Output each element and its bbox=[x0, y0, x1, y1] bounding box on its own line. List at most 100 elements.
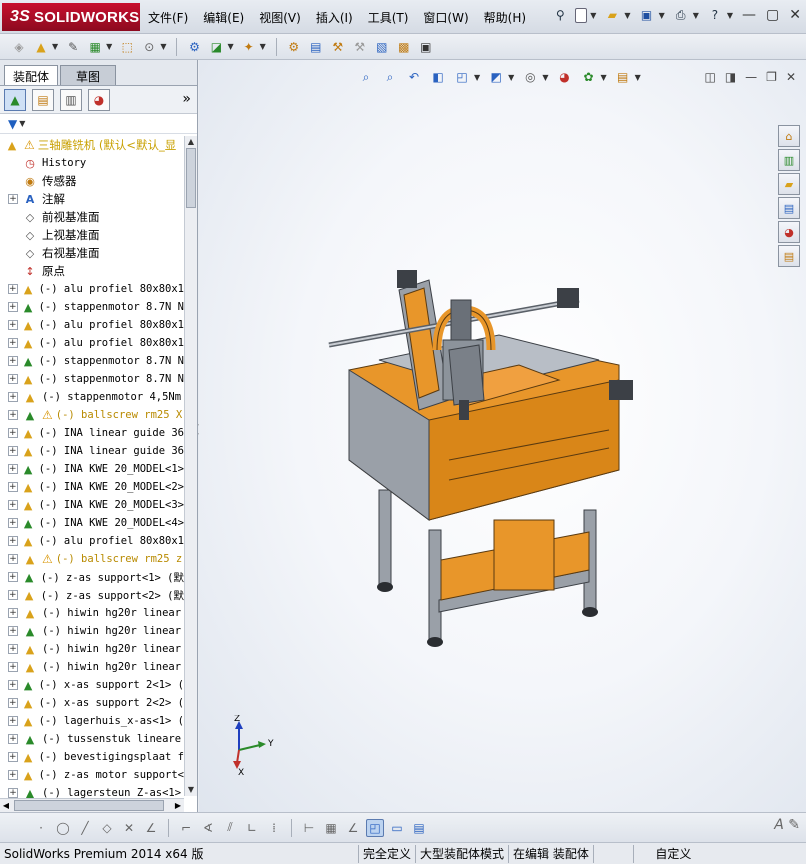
expand-icon[interactable]: + bbox=[8, 716, 18, 726]
chevron-down-icon[interactable]: ▼ bbox=[659, 11, 665, 20]
assembly-features-icon[interactable]: ⚙ bbox=[185, 38, 203, 56]
feature-tree-icon[interactable]: ▲ bbox=[4, 88, 26, 111]
tree-item-component[interactable]: + ▲ (-) bevestigingsplaat f bbox=[0, 748, 184, 766]
tree-item-top-plane[interactable]: ◇ 上视基准面 bbox=[0, 226, 184, 244]
mate-icon[interactable]: ✎ bbox=[64, 38, 82, 56]
expand-icon[interactable]: + bbox=[8, 482, 18, 492]
tree-item-component[interactable]: + ▲ (-) INA linear guide 36 bbox=[0, 424, 184, 442]
insert-component-icon[interactable]: ▲ bbox=[32, 38, 50, 56]
graphics-area[interactable]: ⌕ ⌕ ↶ ◧ ◰ ▼ ◩ ▼ ◎ ▼ ◕ ✿ ▼ ▤ ▼ ◫ ◨ — ❐ ✕ ⌂ ▥ ▰… bbox=[199, 60, 806, 812]
tree-vertical-scrollbar[interactable]: ▲ ▼ bbox=[184, 136, 197, 796]
chevron-down-icon[interactable]: ▼ bbox=[727, 11, 733, 20]
expand-icon[interactable]: + bbox=[8, 590, 18, 600]
new-document-icon[interactable] bbox=[575, 7, 588, 23]
tree-item-component[interactable]: + ▲ (-) lagersteun_Z-as<1> bbox=[0, 784, 184, 798]
chevron-down-icon[interactable]: ▼ bbox=[227, 42, 233, 51]
new-motion-study-icon[interactable]: ✦ bbox=[240, 38, 258, 56]
expand-icon[interactable]: + bbox=[8, 500, 18, 510]
tree-item-component[interactable]: + ▲ (-) stappenmotor 8.7N N bbox=[0, 370, 184, 388]
tree-item-component[interactable]: + ▲ (-) stappenmotor 8.7N N bbox=[0, 298, 184, 316]
tree-item-component[interactable]: + ▲ (-) INA KWE 20_MODEL<1> bbox=[0, 460, 184, 478]
more-tabs-icon[interactable]: » bbox=[182, 91, 191, 107]
menu-edit[interactable]: 编辑(E) bbox=[203, 9, 244, 26]
expand-icon[interactable]: + bbox=[8, 608, 18, 618]
status-units[interactable]: 自定义 bbox=[632, 844, 713, 863]
expand-icon[interactable]: + bbox=[8, 320, 18, 330]
centerline-icon[interactable]: ∠ bbox=[142, 819, 160, 837]
pin-icon[interactable]: ⚲ bbox=[551, 6, 569, 24]
bill-of-materials-icon[interactable]: ⚙ bbox=[285, 38, 303, 56]
help-icon[interactable]: ? bbox=[706, 6, 724, 24]
chevron-down-icon[interactable]: ▼ bbox=[160, 42, 166, 51]
tree-root[interactable]: ▲ ⚠ 三轴雕铣机 (默认<默认_显 bbox=[0, 136, 184, 154]
cnc-machine-model[interactable] bbox=[319, 270, 659, 650]
instant3d-icon[interactable]: ▩ bbox=[395, 38, 413, 56]
expand-icon[interactable]: + bbox=[8, 536, 18, 546]
tree-item-component[interactable]: + ▲ (-) INA KWE 20_MODEL<3> bbox=[0, 496, 184, 514]
annotation-corner-icon[interactable]: A ✎ bbox=[774, 817, 800, 833]
expand-icon[interactable]: + bbox=[8, 338, 18, 348]
3d-sketch-icon[interactable]: ◰ bbox=[366, 818, 384, 837]
chevron-down-icon[interactable]: ▼ bbox=[260, 42, 266, 51]
expand-icon[interactable]: + bbox=[8, 302, 18, 312]
chevron-down-icon[interactable]: ▼ bbox=[542, 73, 548, 82]
viewport-restore-icon[interactable]: ❐ bbox=[766, 70, 777, 84]
angle-icon[interactable]: ∠ bbox=[344, 819, 362, 837]
interference-detection-icon[interactable]: ⚒ bbox=[351, 38, 369, 56]
hide-show-items-icon[interactable]: ◎ bbox=[521, 68, 539, 86]
tree-item-component[interactable]: + ▲ (-) INA KWE 20_MODEL<4> bbox=[0, 514, 184, 532]
tree-item-component[interactable]: + ▲ (-) z-as motor support< bbox=[0, 766, 184, 784]
expand-icon[interactable]: + bbox=[8, 770, 18, 780]
mirror-icon[interactable]: ∢ bbox=[199, 819, 217, 837]
chevron-down-icon[interactable]: ▼ bbox=[106, 42, 112, 51]
tab-sketch[interactable]: 草图 bbox=[60, 65, 117, 85]
tree-item-component[interactable]: + ▲ (-) alu profiel 80x80x1 bbox=[0, 532, 184, 550]
reference-geometry-icon[interactable]: ◪ bbox=[207, 38, 225, 56]
view-orientation-icon[interactable]: ◰ bbox=[453, 68, 471, 86]
expand-icon[interactable]: + bbox=[8, 356, 18, 366]
tree-horizontal-scrollbar[interactable]: ◀ ▶ bbox=[0, 798, 184, 812]
fillet-icon[interactable]: ⫽ bbox=[221, 819, 239, 837]
clearance-verification-icon[interactable]: ▧ bbox=[373, 38, 391, 56]
tree-item-component[interactable]: + ▲ (-) lagerhuis_x-as<1> ( bbox=[0, 712, 184, 730]
tree-item-annotations[interactable]: + A 注解 bbox=[0, 190, 184, 208]
chevron-down-icon[interactable]: ▼ bbox=[52, 42, 58, 51]
zoom-to-area-icon[interactable]: ⌕ bbox=[381, 68, 399, 86]
tree-item-component[interactable]: + ▲ (-) z-as support<1> (默 bbox=[0, 568, 184, 586]
expand-icon[interactable]: + bbox=[8, 464, 18, 474]
edit-appearance-icon[interactable]: ◕ bbox=[555, 68, 573, 86]
circle-icon[interactable]: ◯ bbox=[54, 819, 72, 837]
tree-item-history[interactable]: ◷ History bbox=[0, 154, 184, 172]
tree-item-component[interactable]: + ▲ (-) stappenmotor 4,5Nm bbox=[0, 388, 184, 406]
menu-file[interactable]: 文件(F) bbox=[148, 9, 188, 26]
tree-item-right-plane[interactable]: ◇ 右视基准面 bbox=[0, 244, 184, 262]
expand-icon[interactable]: + bbox=[8, 374, 18, 384]
chevron-down-icon[interactable]: ▼ bbox=[624, 11, 630, 20]
save-icon[interactable]: ▣ bbox=[638, 6, 656, 24]
expand-icon[interactable]: + bbox=[8, 752, 18, 762]
apply-scene-icon[interactable]: ✿ bbox=[579, 68, 597, 86]
expand-icon[interactable]: + bbox=[8, 572, 18, 582]
tree-item-sensors[interactable]: ◉ 传感器 bbox=[0, 172, 184, 190]
menu-view[interactable]: 视图(V) bbox=[259, 9, 301, 26]
solidworks-logo[interactable]: 3S SOLIDWORKS bbox=[2, 3, 140, 31]
tree-item-component[interactable]: + ▲ (-) hiwin hg20r linear bbox=[0, 640, 184, 658]
chevron-down-icon[interactable]: ▼ bbox=[590, 11, 596, 20]
expand-icon[interactable]: + bbox=[8, 644, 18, 654]
layout-icon[interactable]: ▭ bbox=[388, 819, 406, 837]
tree-item-component[interactable]: + ▲ (-) x-as support 2<1> ( bbox=[0, 676, 184, 694]
viewport-split-icon[interactable]: ◫ bbox=[704, 70, 715, 84]
section-view-icon[interactable]: ◧ bbox=[429, 68, 447, 86]
expand-icon[interactable]: + bbox=[8, 410, 18, 420]
viewport-close-icon[interactable]: ✕ bbox=[786, 70, 796, 84]
chevron-down-icon[interactable]: ▼ bbox=[474, 73, 480, 82]
grid-icon[interactable]: ▦ bbox=[322, 819, 340, 837]
tree-item-component[interactable]: + ▲ (-) alu profiel 80x80x1 bbox=[0, 334, 184, 352]
zoom-to-fit-icon[interactable]: ⌕ bbox=[357, 68, 375, 86]
line-icon[interactable]: ╱ bbox=[76, 819, 94, 837]
edit-component-icon[interactable]: ◈ bbox=[10, 38, 28, 56]
tree-item-component[interactable]: + ▲ (-) z-as support<2> (默 bbox=[0, 586, 184, 604]
solidworks-resources-icon[interactable]: ⌂ bbox=[778, 125, 800, 147]
expand-icon[interactable]: + bbox=[8, 734, 18, 744]
minimize-icon[interactable]: — bbox=[742, 7, 756, 23]
